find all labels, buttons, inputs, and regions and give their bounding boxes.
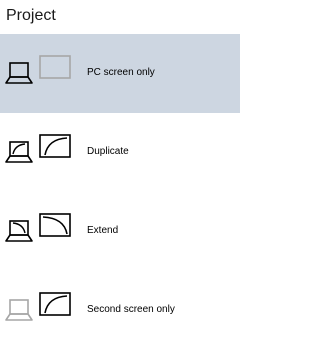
- option-label: PC screen only: [87, 67, 155, 78]
- option-extend[interactable]: Extend: [0, 192, 240, 271]
- option-label: Duplicate: [87, 146, 129, 157]
- extend-icon: [5, 213, 71, 242]
- pc-screen-only-icon: [5, 55, 71, 84]
- option-label: Second screen only: [87, 304, 175, 315]
- option-second-screen-only[interactable]: Second screen only: [0, 271, 240, 350]
- option-duplicate[interactable]: Duplicate: [0, 113, 240, 192]
- duplicate-icon: [5, 134, 71, 163]
- panel-title: Project: [6, 7, 56, 24]
- option-label: Extend: [87, 225, 119, 236]
- second-screen-only-icon: [5, 292, 71, 321]
- option-pc-screen-only[interactable]: PC screen only: [0, 34, 240, 113]
